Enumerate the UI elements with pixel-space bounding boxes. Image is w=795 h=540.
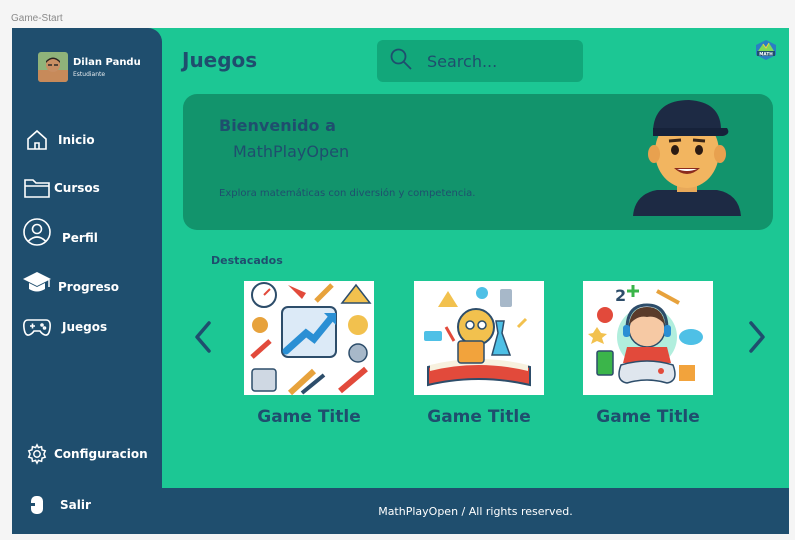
sidebar-item-cursos[interactable]: Cursos xyxy=(22,173,100,203)
sidebar-item-label: Progreso xyxy=(58,280,119,294)
sidebar-item-configuracion[interactable]: Configuracion xyxy=(22,439,148,469)
sidebar-item-label: Perfil xyxy=(62,231,98,245)
game-card[interactable]: 2 Game Title xyxy=(583,281,713,427)
game-thumbnail xyxy=(244,281,374,395)
user-icon xyxy=(22,217,52,247)
gear-icon xyxy=(22,439,52,469)
search-bar[interactable] xyxy=(377,40,583,82)
game-thumbnail: 2 xyxy=(583,281,713,395)
footer-text: MathPlayOpen / All rights reserved. xyxy=(378,504,573,518)
user-profile[interactable]: Dilan Pandu Estudiante xyxy=(38,52,141,82)
graduation-cap-icon xyxy=(22,268,52,298)
featured-label: Destacados xyxy=(211,254,283,267)
sidebar-item-label: Juegos xyxy=(62,320,108,334)
search-input[interactable] xyxy=(427,51,567,71)
game-title: Game Title xyxy=(257,407,361,427)
chevron-left-icon xyxy=(195,321,211,353)
hero-subtitle: MathPlayOpen xyxy=(233,142,350,161)
welcome-banner: Bienvenido a MathPlayOpen Explora matemá… xyxy=(183,94,773,230)
user-role: Estudiante xyxy=(73,70,106,78)
logout-icon xyxy=(22,490,52,520)
game-title: Game Title xyxy=(596,407,700,427)
sidebar-item-label: Inicio xyxy=(58,133,95,147)
sidebar-item-inicio[interactable]: Inicio xyxy=(22,125,95,155)
math-logo: MATH xyxy=(755,39,777,61)
sidebar-item-perfil[interactable]: Perfil xyxy=(22,217,98,247)
game-title: Game Title xyxy=(427,407,531,427)
sidebar-item-label: Configuracion xyxy=(54,447,148,461)
game-thumbnail xyxy=(414,281,544,395)
app-window: Dilan Pandu Estudiante Inicio Cursos Per… xyxy=(12,28,789,534)
hero-description: Explora matemáticas con diversión y comp… xyxy=(219,188,476,199)
logo-text: MATH xyxy=(759,51,773,56)
gamepad-icon xyxy=(22,312,52,342)
carousel-next-button[interactable] xyxy=(746,320,768,354)
chevron-right-icon xyxy=(749,321,765,353)
sidebar-item-progreso[interactable]: Progreso xyxy=(22,268,119,298)
sidebar-item-label: Cursos xyxy=(54,181,100,195)
svg-text:2: 2 xyxy=(615,286,626,305)
sidebar-item-label: Salir xyxy=(60,498,91,512)
search-icon xyxy=(389,47,413,75)
mascot-image xyxy=(627,94,747,216)
carousel-prev-button[interactable] xyxy=(192,320,214,354)
sidebar: Dilan Pandu Estudiante Inicio Cursos Per… xyxy=(12,28,162,534)
game-card[interactable]: Game Title xyxy=(244,281,374,427)
hero-title: Bienvenido a xyxy=(219,116,336,135)
sidebar-item-juegos[interactable]: Juegos xyxy=(22,312,107,342)
frame-label: Game-Start xyxy=(11,13,63,24)
home-icon xyxy=(22,125,52,155)
page-title: Juegos xyxy=(182,48,258,72)
footer: MathPlayOpen / All rights reserved. xyxy=(162,488,789,534)
user-name: Dilan Pandu xyxy=(73,56,141,68)
logout-button[interactable]: Salir xyxy=(22,490,91,520)
avatar xyxy=(38,52,68,82)
game-card[interactable]: Game Title xyxy=(414,281,544,427)
folder-icon xyxy=(22,173,52,203)
